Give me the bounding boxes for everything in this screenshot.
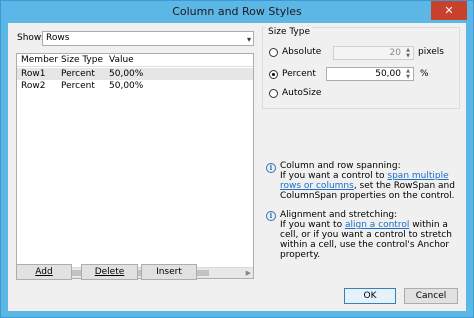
scroll-right-icon[interactable]: ▶ [246,268,251,278]
column-header-size-type[interactable]: Size Type [61,55,103,65]
ok-button-label: OK [363,291,377,301]
add-button[interactable]: Add [16,264,72,280]
alignment-heading: Alignment and stretching: [280,210,398,220]
percent-value-text: 50,00 [375,69,401,79]
percent-label[interactable]: Percent [282,69,316,79]
cancel-button-label: Cancel [415,291,447,301]
show-dropdown[interactable]: Rows ▾ [42,31,254,46]
table-row[interactable]: Row2 Percent 50,00% [17,80,253,92]
delete-button[interactable]: Delete [81,264,138,280]
show-label: Show: [17,33,44,43]
percent-spinner[interactable]: ▲ ▼ [404,68,412,80]
percent-radio[interactable] [269,70,278,79]
table-row[interactable]: Row1 Percent 50,00% [17,68,253,80]
spin-down-icon[interactable]: ▼ [404,74,412,80]
size-type-group-label: Size Type [266,27,313,37]
spanning-heading: Column and row spanning: [280,161,401,171]
close-icon: ✕ [444,4,454,17]
insert-button-label: Insert [156,267,182,277]
percent-unit-label: % [420,69,429,79]
info-icon: i [266,163,276,173]
title-bar: Column and Row Styles ✕ [1,1,473,23]
column-header-value[interactable]: Value [109,55,134,65]
row-member: Row1 [21,69,46,79]
absolute-value-input[interactable]: 20 ▲ ▼ [333,46,414,60]
dialog-client-area: Show: Rows ▾ Member Size Type Value Row1… [8,23,466,311]
alignment-info: Alignment and stretching: If you want to… [280,210,460,260]
window-title: Column and Row Styles [172,5,302,18]
autosize-radio[interactable] [269,89,278,98]
cancel-button[interactable]: Cancel [404,288,458,304]
spanning-info: Column and row spanning: If you want a c… [280,161,460,201]
spin-down-icon[interactable]: ▼ [404,53,412,59]
styles-grid[interactable]: Member Size Type Value Row1 Percent 50,0… [16,53,254,279]
percent-value-input[interactable]: 50,00 ▲ ▼ [326,67,414,81]
row-member: Row2 [21,81,46,91]
dialog-window: Column and Row Styles ✕ Show: Rows ▾ Mem… [0,0,474,318]
show-dropdown-value: Rows [46,33,70,43]
ok-button[interactable]: OK [344,288,396,304]
row-value: 50,00% [109,81,144,91]
row-size-type: Percent [61,69,95,79]
delete-button-label: Delete [94,267,125,277]
autosize-label[interactable]: AutoSize [282,88,321,98]
column-header-member[interactable]: Member [21,55,58,65]
absolute-value-text: 20 [389,48,401,58]
absolute-label[interactable]: Absolute [282,47,321,57]
alignment-text-pre: If you want to [280,220,343,230]
spanning-text-pre: If you want a control to [280,171,385,181]
absolute-spinner[interactable]: ▲ ▼ [404,47,412,59]
add-button-label: Add [35,267,53,277]
close-button[interactable]: ✕ [431,1,467,20]
insert-button[interactable]: Insert [141,264,197,280]
absolute-unit-label: pixels [418,47,444,57]
grid-header: Member Size Type Value [17,54,253,67]
align-control-link[interactable]: align a control [345,220,409,230]
row-size-type: Percent [61,81,95,91]
chevron-down-icon: ▾ [246,35,251,44]
info-icon: i [266,211,276,221]
absolute-radio[interactable] [269,48,278,57]
row-value: 50,00% [109,69,144,79]
